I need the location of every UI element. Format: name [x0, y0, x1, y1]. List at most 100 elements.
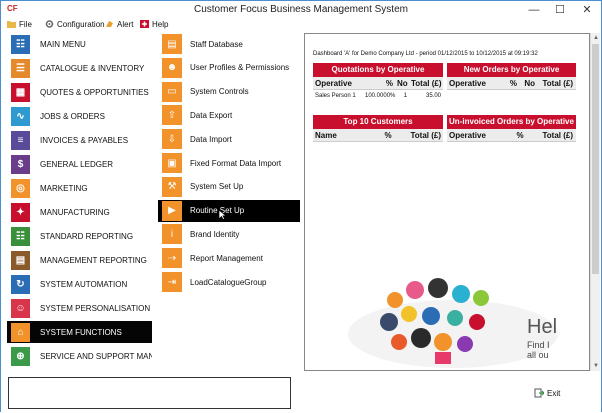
function-item[interactable]: ⚒ System Set Up	[158, 176, 300, 198]
function-item[interactable]: ⇢ Report Management	[158, 247, 300, 269]
menu-help[interactable]: Help	[140, 19, 168, 31]
quotations-panel: Quotations by Operative Operative % No T…	[313, 63, 443, 102]
nav-item[interactable]: ∿ JOBS & ORDERS	[7, 105, 152, 127]
function-item-label: System Controls	[190, 87, 249, 97]
user-icon: ☺	[11, 298, 30, 318]
col-no: No	[524, 79, 535, 88]
app-window: CF Customer Focus Business Management Sy…	[0, 0, 602, 413]
uninvoiced-panel: Un-invoiced Orders by Operative Operativ…	[447, 115, 576, 142]
function-item-label: Routine Set Up	[190, 206, 245, 216]
menu-file-label: File	[19, 20, 32, 29]
chart-icon: ▤	[11, 250, 30, 270]
nav-item[interactable]: ⌂ SYSTEM FUNCTIONS	[7, 321, 152, 343]
col-percent: %	[516, 131, 524, 140]
function-item[interactable]: ⇩ Data Import	[158, 128, 300, 150]
menu-configuration[interactable]: Configuration	[45, 19, 105, 31]
module-nav: ☷ MAIN MENU ☰ CATALOGUE & INVENTORY ▦ QUOTES …	[7, 33, 152, 371]
pulse-icon: ∿	[11, 106, 30, 126]
menu-bar: File Configuration Alert Help	[1, 19, 601, 31]
function-item-label: LoadCatalogueGroup	[190, 277, 267, 287]
nav-item[interactable]: ▦ QUOTES & OPPORTUNITIES	[7, 81, 152, 103]
uninvoiced-columns: Operative % Total (£)	[447, 129, 576, 142]
window-title: Customer Focus Business Management Syste…	[194, 4, 408, 15]
function-item-label: Staff Database	[190, 39, 243, 49]
nav-item[interactable]: ▤ MANAGEMENT REPORTING	[7, 249, 152, 271]
report-icon: ☷	[11, 226, 30, 246]
close-button[interactable]: ✕	[573, 1, 601, 19]
tools-icon: ⚒	[162, 176, 182, 197]
nav-item[interactable]: ≡ INVOICES & PAYABLES	[7, 129, 152, 151]
dashboard-scrollbar[interactable]: ▲ ▼	[590, 33, 600, 371]
new-orders-panel: New Orders by Operative Operative % No T…	[447, 63, 576, 90]
cell-operative: Sales Person 1	[315, 93, 356, 99]
function-item-label: User Profiles & Permissions	[190, 63, 290, 73]
help-banner-text: Find I all ou	[527, 340, 550, 360]
function-item[interactable]: ▭ System Controls	[158, 81, 300, 103]
col-operative: Operative	[449, 131, 486, 140]
globe-icon: ◎	[11, 178, 30, 198]
nav-item[interactable]: ☷ STANDARD REPORTING	[7, 225, 152, 247]
function-item[interactable]: ⇥ LoadCatalogueGroup	[158, 271, 300, 293]
function-item[interactable]: ▶ Routine Set Up	[158, 199, 300, 222]
function-item[interactable]: i Brand Identity	[158, 223, 300, 245]
cell-no: 1	[403, 93, 407, 99]
exit-label: Exit	[547, 388, 561, 398]
nav-item[interactable]: ☷ MAIN MENU	[7, 33, 152, 55]
users-icon: ☻	[162, 57, 182, 78]
top-customers-columns: Name % Total (£)	[313, 129, 443, 142]
status-box[interactable]	[8, 377, 291, 409]
id-card-icon: ▤	[162, 34, 182, 54]
menu-alert[interactable]: Alert	[105, 19, 133, 31]
function-item-label: System Set Up	[190, 182, 244, 192]
import-icon: ⇩	[162, 129, 182, 150]
nav-item[interactable]: ◎ MARKETING	[7, 177, 152, 199]
help-icon	[140, 20, 149, 28]
bell-icon	[106, 21, 113, 27]
col-total: Total (£)	[411, 79, 442, 88]
menu-file[interactable]: File	[7, 19, 32, 31]
nav-item[interactable]: ✦ MANUFACTURING	[7, 201, 152, 223]
report-manage-icon: ⇢	[162, 248, 182, 269]
nav-item-label: GENERAL LEDGER	[40, 159, 114, 169]
maximize-button[interactable]: ☐	[547, 1, 573, 19]
new-orders-columns: Operative % No Total (£)	[447, 77, 576, 90]
col-name: Name	[315, 131, 337, 140]
nav-item[interactable]: $ GENERAL LEDGER	[7, 153, 152, 175]
nav-item-label: STANDARD REPORTING	[40, 231, 134, 241]
table-row[interactable]: Sales Person 1 100.0000% 1 35.00	[313, 90, 443, 102]
exit-button[interactable]: Exit	[534, 386, 560, 400]
nav-item-label: CATALOGUE & INVENTORY	[40, 63, 145, 73]
function-list: ▤ Staff Database ☻ User Profiles & Permissi…	[158, 33, 300, 313]
title-bar: CF Customer Focus Business Management Sy…	[1, 1, 601, 19]
nav-item-label: SYSTEM AUTOMATION	[40, 279, 128, 289]
folder-icon	[7, 21, 16, 28]
home-icon: ⌂	[11, 322, 30, 342]
help-banner-line1: Find I	[527, 340, 550, 350]
nav-item-label: SYSTEM PERSONALISATION	[40, 303, 151, 313]
nav-item[interactable]: ↻ SYSTEM AUTOMATION	[7, 273, 152, 295]
function-item[interactable]: ⇧ Data Export	[158, 104, 300, 126]
scroll-down-arrow-icon[interactable]: ▼	[591, 361, 601, 371]
function-item[interactable]: ☻ User Profiles & Permissions	[158, 57, 300, 79]
scroll-up-arrow-icon[interactable]: ▲	[591, 33, 601, 43]
function-item[interactable]: ▣ Fixed Format Data Import	[158, 152, 300, 174]
function-item-label: Data Import	[190, 134, 232, 144]
menu-alert-label: Alert	[117, 20, 134, 29]
help-banner-line2: all ou	[527, 350, 549, 360]
nav-item[interactable]: ⊕ SERVICE AND SUPPORT MANAGEMENT	[7, 345, 152, 367]
function-item[interactable]: ▤ Staff Database	[158, 33, 300, 55]
nav-item[interactable]: ☰ CATALOGUE & INVENTORY	[7, 57, 152, 79]
nav-item-label: MAIN MENU	[40, 39, 86, 49]
dashboard-heading: Dashboard 'A' for Demo Company Ltd - per…	[313, 51, 538, 57]
col-total: Total (£)	[542, 131, 573, 140]
routine-icon: ▶	[162, 200, 182, 221]
nav-item[interactable]: ☺ SYSTEM PERSONALISATION	[7, 297, 152, 319]
nav-item-label: MANUFACTURING	[40, 207, 110, 217]
col-percent: %	[509, 79, 517, 88]
gear-icon	[45, 20, 54, 28]
scroll-thumb[interactable]	[592, 44, 599, 274]
cell-percent: 100.0000%	[365, 93, 396, 99]
minimize-button[interactable]: —	[521, 1, 547, 19]
sync-icon: ↻	[11, 274, 30, 294]
invoice-icon: ≡	[11, 130, 30, 150]
